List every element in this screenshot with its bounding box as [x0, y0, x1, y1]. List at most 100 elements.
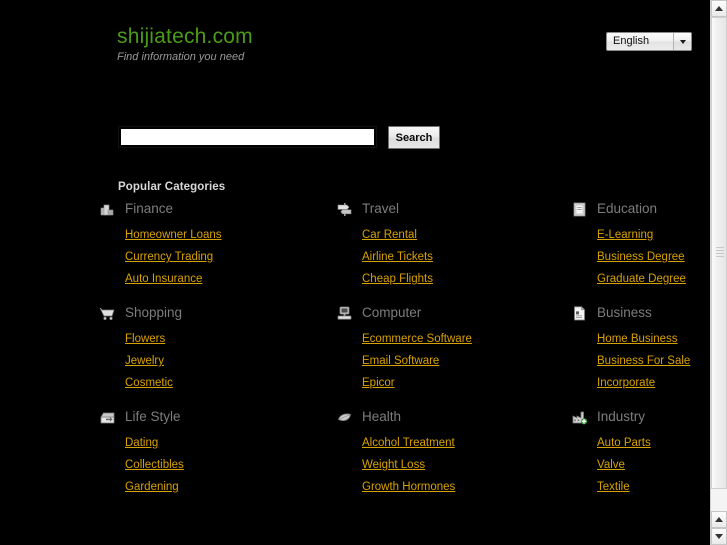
category-link[interactable]: Collectibles — [125, 459, 184, 471]
category-link[interactable]: Email Software — [362, 355, 439, 367]
category-link[interactable]: Business For Sale — [597, 355, 690, 367]
category-title: Education — [597, 201, 658, 216]
inbox-arrow-icon — [99, 409, 116, 426]
category-column-life-style: Life Style Dating Collectibles Gardening — [99, 408, 314, 493]
factory-icon — [571, 409, 588, 426]
category-link[interactable]: Auto Parts — [597, 437, 651, 449]
category-link[interactable]: Ecommerce Software — [362, 333, 472, 345]
category-header: Shopping — [99, 304, 314, 326]
language-select[interactable]: English — [606, 32, 692, 51]
document-icon — [571, 305, 588, 322]
scroll-down-glyph-upper — [715, 517, 723, 522]
list-item: Auto Insurance — [125, 270, 222, 292]
list-item: Collectibles — [125, 456, 184, 478]
category-header: Business — [571, 304, 710, 326]
site-logo[interactable]: shijiatech.com Find information you need — [117, 25, 253, 64]
list-item: Epicor — [362, 374, 472, 396]
category-header: Industry — [571, 408, 710, 430]
category-links: Home Business Business For Sale Incorpor… — [597, 330, 690, 396]
category-link[interactable]: Home Business — [597, 333, 678, 345]
language-select-value: English — [613, 35, 650, 47]
list-item: Flowers — [125, 330, 173, 352]
category-header: Health — [336, 408, 551, 430]
category-row: Life Style Dating Collectibles Gardening — [0, 408, 710, 512]
leaf-icon — [336, 409, 353, 426]
list-item: Homeowner Loans — [125, 226, 222, 248]
category-header: Travel — [336, 200, 551, 222]
scroll-down-arrow-icon[interactable] — [711, 511, 727, 528]
category-link[interactable]: Cosmetic — [125, 377, 173, 389]
search-form: Search — [118, 126, 440, 149]
chevron-down-icon[interactable] — [673, 33, 691, 50]
category-link[interactable]: Dating — [125, 437, 158, 449]
scrollbar-thumb[interactable] — [711, 17, 727, 489]
list-item: Auto Parts — [597, 434, 651, 456]
category-link[interactable]: Graduate Degree — [597, 273, 686, 285]
vertical-scrollbar[interactable] — [710, 0, 727, 545]
list-item: Car Rental — [362, 226, 433, 248]
category-link[interactable]: Epicor — [362, 377, 395, 389]
category-link[interactable]: Homeowner Loans — [125, 229, 222, 241]
category-link[interactable]: Growth Hormones — [362, 481, 455, 493]
category-link[interactable]: Incorporate — [597, 377, 655, 389]
list-item: Valve — [597, 456, 651, 478]
list-item: Currency Trading — [125, 248, 222, 270]
signpost-icon — [336, 201, 353, 218]
category-link[interactable]: Weight Loss — [362, 459, 425, 471]
category-link[interactable]: Auto Insurance — [125, 273, 202, 285]
category-link[interactable]: Alcohol Treatment — [362, 437, 455, 449]
list-item: Weight Loss — [362, 456, 455, 478]
category-header: Computer — [336, 304, 551, 326]
list-item: Graduate Degree — [597, 270, 686, 292]
category-link[interactable]: Cheap Flights — [362, 273, 433, 285]
category-links: Alcohol Treatment Weight Loss Growth Hor… — [362, 434, 455, 500]
category-link[interactable]: Textile — [597, 481, 630, 493]
category-title: Health — [362, 409, 402, 424]
list-item: Textile — [597, 478, 651, 500]
category-header: Education — [571, 200, 710, 222]
category-column-business: Business Home Business Business For Sale… — [571, 304, 710, 389]
category-link[interactable]: Gardening — [125, 481, 179, 493]
list-item: Business For Sale — [597, 352, 690, 374]
category-row: Finance Homeowner Loans Currency Trading… — [0, 200, 710, 304]
category-link[interactable]: E-Learning — [597, 229, 653, 241]
category-links: E-Learning Business Degree Graduate Degr… — [597, 226, 686, 292]
category-link[interactable]: Flowers — [125, 333, 165, 345]
category-column-health: Health Alcohol Treatment Weight Loss Gro… — [336, 408, 551, 493]
category-column-travel: Travel Car Rental Airline Tickets Cheap … — [336, 200, 551, 285]
category-link[interactable]: Business Degree — [597, 251, 685, 263]
category-link[interactable]: Car Rental — [362, 229, 417, 241]
list-item: Home Business — [597, 330, 690, 352]
category-header: Finance — [99, 200, 314, 222]
category-link[interactable]: Valve — [597, 459, 625, 471]
desktop-computer-icon — [336, 305, 353, 322]
shopping-cart-icon — [99, 305, 116, 322]
scroll-down-arrow-icon-secondary[interactable] — [711, 528, 727, 545]
category-title: Business — [597, 305, 652, 320]
category-title: Computer — [362, 305, 422, 320]
site-tagline: Find information you need — [117, 51, 245, 63]
category-link[interactable]: Jewelry — [125, 355, 164, 367]
list-item: Jewelry — [125, 352, 173, 374]
list-item: Cheap Flights — [362, 270, 433, 292]
category-column-industry: Industry Auto Parts Valve Textile — [571, 408, 710, 493]
popular-categories-heading: Popular Categories — [118, 181, 226, 193]
category-links: Dating Collectibles Gardening — [125, 434, 184, 500]
scroll-down-glyph — [715, 534, 723, 539]
chevron-down-glyph — [679, 39, 686, 44]
search-button[interactable]: Search — [388, 126, 440, 149]
category-title: Life Style — [125, 409, 181, 424]
scrollbar-track[interactable] — [711, 17, 727, 511]
category-link[interactable]: Currency Trading — [125, 251, 213, 263]
list-item: Gardening — [125, 478, 184, 500]
list-item: Email Software — [362, 352, 472, 374]
category-row: Shopping Flowers Jewelry Cosmetic Comput… — [0, 304, 710, 408]
category-links: Car Rental Airline Tickets Cheap Flights — [362, 226, 433, 292]
category-title: Shopping — [125, 305, 183, 320]
page-canvas: shijiatech.com Find information you need… — [0, 0, 710, 545]
scroll-up-arrow-icon[interactable] — [711, 0, 727, 17]
category-column-finance: Finance Homeowner Loans Currency Trading… — [99, 200, 314, 285]
category-link[interactable]: Airline Tickets — [362, 251, 433, 263]
search-input[interactable] — [118, 126, 377, 148]
money-stack-icon — [99, 201, 116, 218]
